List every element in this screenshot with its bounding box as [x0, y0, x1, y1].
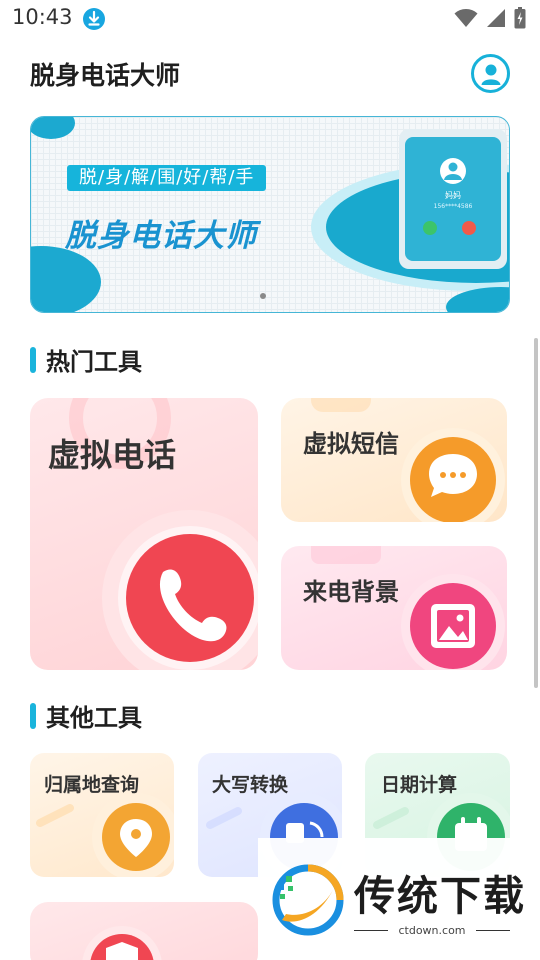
location-query-label: 归属地查询 [44, 774, 140, 796]
virtual-call-label: 虚拟电话 [48, 436, 177, 474]
banner-title: 脱身电话大师 [65, 218, 257, 254]
more-tool-card[interactable] [30, 902, 258, 960]
wifi-icon [454, 9, 478, 27]
section-accent-bar [30, 346, 36, 373]
watermark-overlay: 传统下载 ctdown.com [258, 838, 540, 960]
status-bar: 10:43 [0, 0, 540, 40]
user-icon [481, 64, 500, 85]
call-background-label: 来电背景 [303, 578, 399, 606]
shield-icon [82, 926, 162, 960]
other-tools-title: 其他工具 [46, 704, 142, 732]
call-background-card[interactable]: 来电背景 [281, 546, 507, 670]
scrollbar[interactable] [534, 338, 538, 688]
section-accent-bar [30, 702, 36, 729]
uppercase-convert-label: 大写转换 [212, 774, 289, 796]
page-title: 脱身电话大师 [30, 61, 181, 90]
image-icon [311, 546, 505, 670]
status-icons [454, 6, 526, 30]
signal-icon [487, 9, 505, 27]
banner-carousel[interactable]: 脱/身/解/围/好/帮/手 脱身电话大师 妈妈 156****4586 [30, 116, 510, 313]
profile-button[interactable] [471, 54, 510, 93]
banner-phone-screen: 妈妈 156****4586 [405, 137, 501, 261]
banner-caller-number: 156****4586 [433, 203, 473, 210]
battery-icon [514, 7, 526, 29]
hot-tools-title: 热门工具 [46, 348, 142, 376]
banner-tagline: 脱/身/解/围/好/帮/手 [67, 165, 267, 191]
banner-phone-illustration: 妈妈 156****4586 [399, 129, 507, 269]
banner-caller-name: 妈妈 [445, 191, 461, 200]
virtual-sms-card[interactable]: 虚拟短信 [281, 398, 507, 522]
download-notification-icon [83, 8, 105, 30]
other-tools-header: 其他工具 [30, 698, 142, 733]
location-query-card[interactable]: 归属地查询 [30, 753, 174, 877]
watermark-logo-icon [272, 864, 344, 936]
status-time: 10:43 [12, 5, 73, 29]
virtual-call-card[interactable]: 虚拟电话 [30, 398, 258, 670]
date-calc-label: 日期计算 [381, 774, 458, 796]
message-icon [311, 398, 505, 522]
watermark-text: 传统下载 [354, 872, 526, 920]
hot-tools-header: 热门工具 [30, 342, 142, 377]
watermark-divider [476, 930, 510, 931]
carousel-indicator[interactable] [260, 293, 266, 299]
virtual-sms-label: 虚拟短信 [303, 430, 399, 458]
